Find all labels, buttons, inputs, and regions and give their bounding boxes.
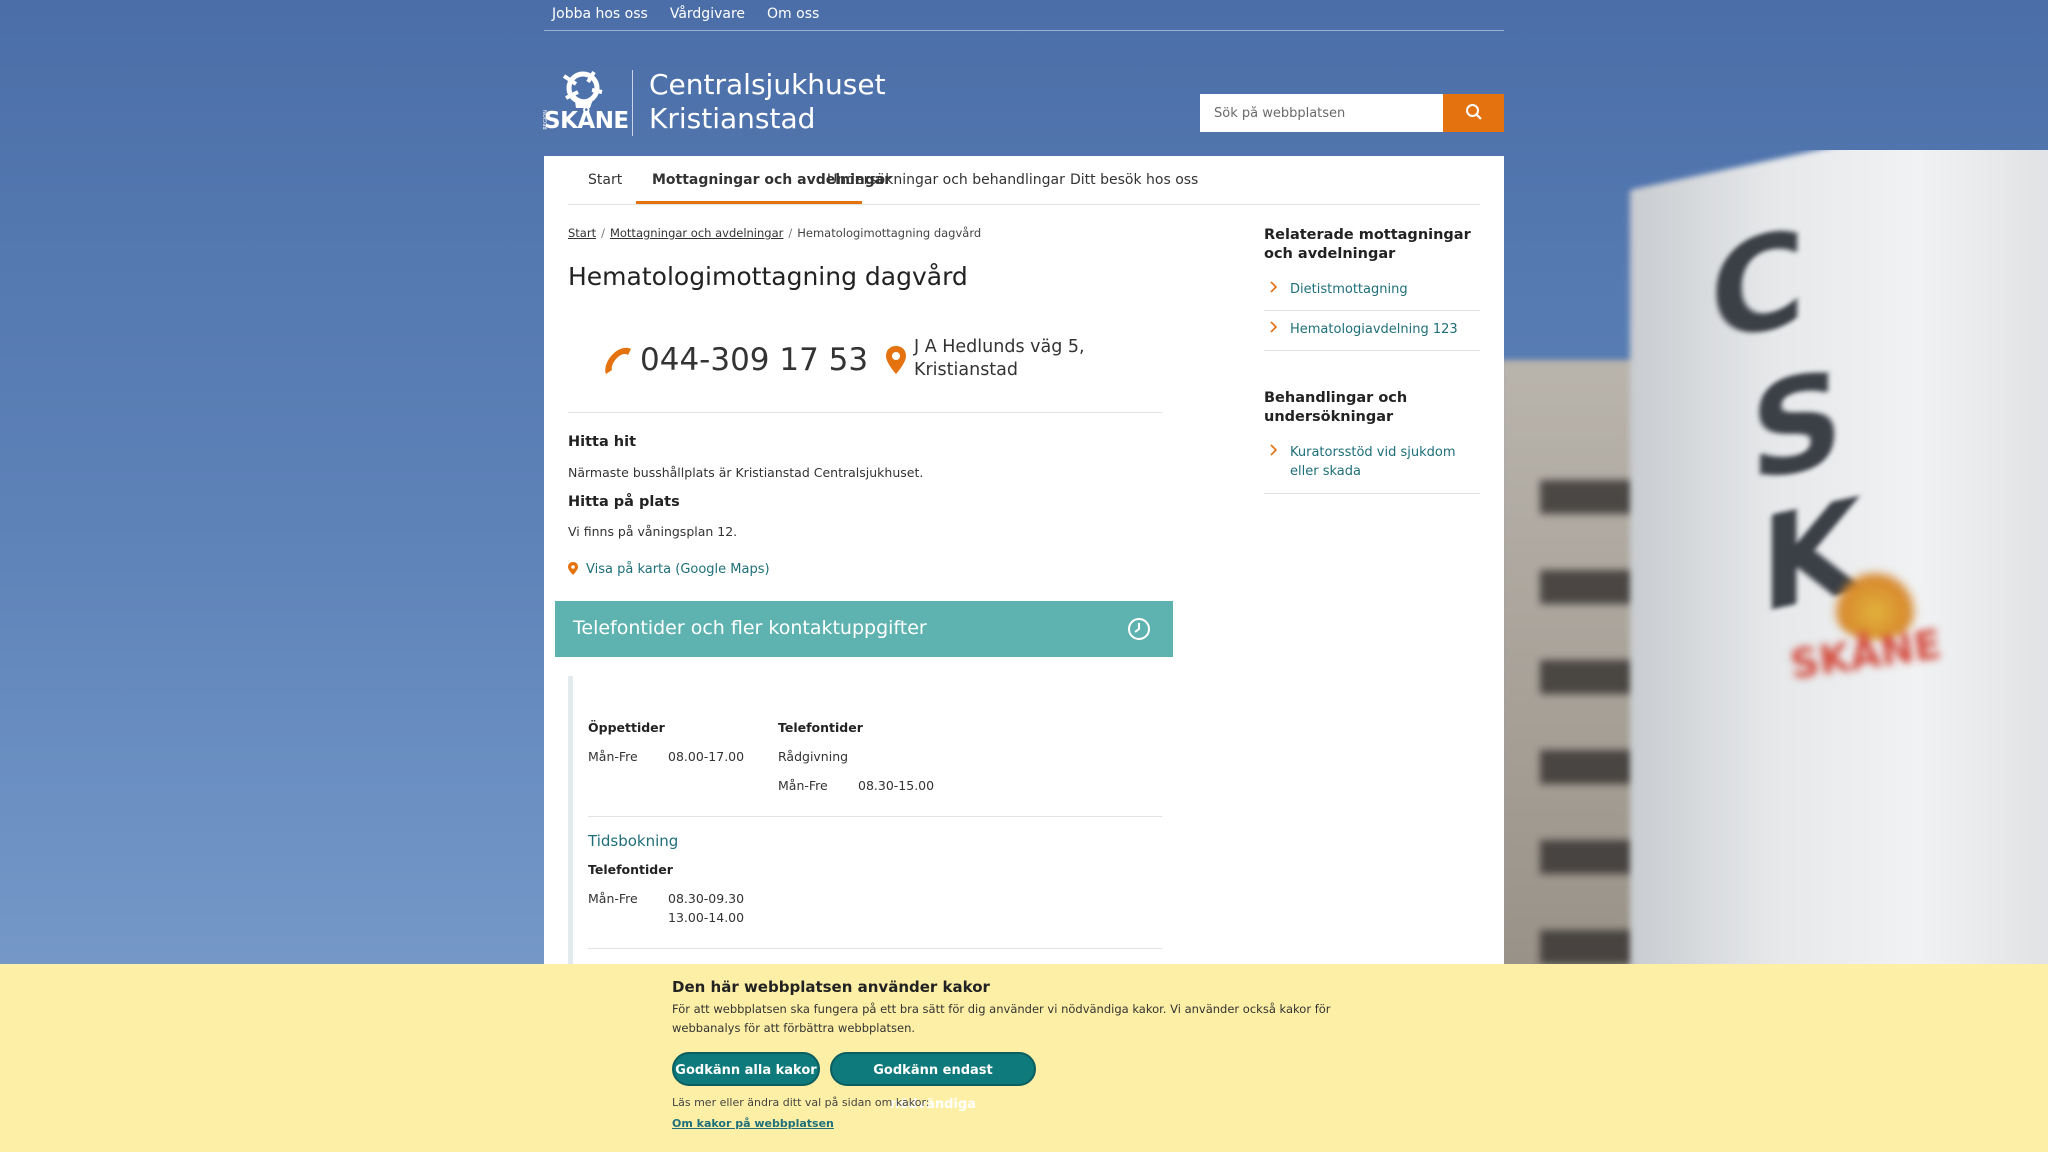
address-line2: Kristianstad [914, 360, 1019, 380]
find-place-text: Vi finns på våningsplan 12. [568, 524, 738, 539]
sidebar-item-kuratorsstod[interactable]: Kuratorsstöd vid sjukdom eller skada [1264, 443, 1480, 494]
open-hours-heading: Öppettider [588, 720, 665, 735]
map-link[interactable]: Visa på karta (Google Maps) [568, 562, 770, 577]
address: J A Hedlunds väg 5, Kristianstad [914, 336, 1085, 382]
sidebar-item-label: Hematologiavdelning 123 [1290, 322, 1458, 337]
tab-ditt-besok[interactable]: Ditt besök hos oss [1070, 172, 1198, 188]
booking-time-1: 08.30-09.30 [668, 891, 745, 906]
booking-time-2: 13.00-14.00 [668, 910, 745, 925]
map-pin-icon [568, 562, 578, 575]
location-pin-icon [886, 346, 906, 374]
find-heading: Hitta hit [568, 434, 637, 450]
site-title[interactable]: Centralsjukhuset Kristianstad [649, 68, 886, 136]
site-title-line1: Centralsjukhuset [649, 68, 886, 101]
breadcrumb-start[interactable]: Start [568, 226, 596, 240]
utility-nav: Jobba hos oss Vårdgivare Om oss [544, 0, 1504, 31]
logo-griffin-icon [562, 70, 603, 108]
utility-link-vardgivare[interactable]: Vårdgivare [670, 6, 745, 22]
site-header: REGION SKÅNE Centralsjukhuset Kristianst… [543, 68, 1504, 148]
site-title-line2: Kristianstad [649, 102, 816, 135]
contact-accordion-toggle[interactable]: Telefontider och fler kontaktuppgifter [555, 601, 1173, 657]
sidebar-item-label: Dietistmottagning [1290, 282, 1408, 297]
search-button[interactable] [1443, 94, 1504, 132]
phone-icon [605, 347, 631, 374]
find-place-heading: Hitta på plats [568, 494, 680, 510]
tab-start[interactable]: Start [588, 172, 622, 188]
booking-link[interactable]: Tidsbokning [588, 832, 678, 850]
phone-number[interactable]: 044-309 17 53 [640, 342, 868, 378]
clock-icon [1128, 618, 1150, 640]
sidebar-item-label: Kuratorsstöd vid sjukdom eller skada [1290, 445, 1456, 479]
cookie-info-link[interactable]: Om kakor på webbplatsen [672, 1117, 834, 1130]
accordion-label: Telefontider och fler kontaktuppgifter [573, 617, 927, 639]
breadcrumb-mottagningar[interactable]: Mottagningar och avdelningar [610, 226, 783, 240]
logo-name: SKÅNE [544, 108, 629, 134]
search-icon [1465, 103, 1482, 120]
phone-time: 08.30-15.00 [858, 778, 935, 793]
utility-link-jobba[interactable]: Jobba hos oss [552, 6, 648, 22]
phone-hours-heading: Telefontider [778, 720, 863, 735]
treatments-heading: Behandlingar och undersökningar [1264, 390, 1408, 425]
cookie-banner: Den här webbplatsen använder kakor För a… [0, 964, 2048, 1152]
search-input[interactable] [1200, 94, 1443, 132]
breadcrumb-current: Hematologimottagning dagvård [797, 226, 982, 240]
sidebar-item-hematologiavdelning[interactable]: Hematologiavdelning 123 [1264, 320, 1480, 351]
header-divider [632, 70, 633, 136]
find-text: Närmaste busshållplats är Kristianstad C… [568, 465, 924, 480]
accept-all-cookies-button[interactable]: Godkänn alla kakor [672, 1052, 820, 1086]
utility-link-om-oss[interactable]: Om oss [767, 6, 819, 22]
map-link-label: Visa på karta (Google Maps) [586, 562, 770, 577]
building-logo: SKÅNE [1788, 570, 1960, 688]
contact-info: 044-309 17 53 J A Hedlunds väg 5, Kristi… [568, 326, 1162, 413]
cookie-title: Den här webbplatsen använder kakor [672, 978, 990, 996]
booking-days: Mån-Fre [588, 891, 638, 906]
panel-divider [588, 948, 1162, 949]
region-skane-logo[interactable]: REGION SKÅNE [543, 68, 629, 136]
panel-divider [588, 816, 1162, 817]
active-tab-indicator [636, 201, 862, 204]
tab-undersokningar[interactable]: Undersökningar och behandlingar [827, 172, 1065, 188]
related-heading: Relaterade mottagningar och avdelningar [1264, 227, 1471, 262]
cookie-more-text: Läs mer eller ändra ditt val på sidan om… [672, 1096, 930, 1109]
chevron-right-icon [1270, 444, 1278, 456]
breadcrumb: Start / Mottagningar och avdelningar / Hemat… [568, 226, 982, 240]
address-line1: J A Hedlunds väg 5, [914, 337, 1085, 357]
cookie-text: För att webbplatsen ska fungera på ett b… [672, 1002, 1331, 1035]
building-sign-letter: C [1710, 199, 1806, 373]
phone-hours-sub: Rådgivning [778, 749, 849, 764]
open-days: Mån-Fre [588, 749, 638, 764]
open-time: 08.00-17.00 [668, 749, 745, 764]
chevron-right-icon [1270, 281, 1278, 293]
page-title: Hematologimottagning dagvård [568, 262, 968, 291]
search-form [1200, 94, 1504, 132]
chevron-right-icon [1270, 321, 1278, 333]
sidebar-item-dietist[interactable]: Dietistmottagning [1264, 280, 1480, 311]
phone-days: Mån-Fre [778, 778, 828, 793]
main-nav: Start Mottagningar och avdelningar Under… [568, 156, 1480, 205]
booking-heading: Telefontider [588, 862, 673, 877]
accept-necessary-cookies-button[interactable]: Godkänn endast nödvändiga [830, 1052, 1036, 1112]
